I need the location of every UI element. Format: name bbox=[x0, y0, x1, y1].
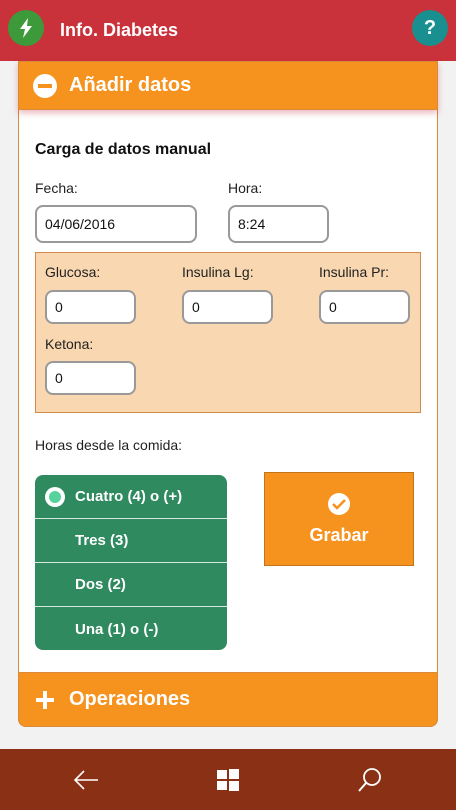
save-button[interactable]: Grabar bbox=[264, 472, 414, 566]
glucosa-label: Glucosa: bbox=[45, 264, 101, 280]
accordion-add-data-label: Añadir datos bbox=[69, 74, 192, 96]
insulina-lg-field[interactable] bbox=[182, 290, 273, 324]
plus-icon bbox=[33, 688, 57, 712]
radio-selected-icon bbox=[45, 486, 65, 507]
insulina-pr-label: Insulina Pr: bbox=[319, 264, 390, 280]
system-nav-bar bbox=[0, 749, 456, 810]
app-title: Info. Diabetes bbox=[60, 20, 179, 40]
section-title: Carga de datos manual bbox=[35, 141, 212, 158]
windows-icon[interactable] bbox=[214, 766, 242, 794]
help-button[interactable]: ? bbox=[412, 10, 448, 46]
meal-option-four[interactable]: Cuatro (4) o (+) bbox=[35, 475, 227, 519]
lightning-icon bbox=[20, 18, 32, 38]
fecha-label: Fecha: bbox=[35, 180, 78, 196]
insulina-pr-field[interactable] bbox=[319, 290, 410, 324]
fecha-field[interactable] bbox=[35, 205, 197, 243]
ketona-field[interactable] bbox=[45, 361, 136, 395]
hora-field[interactable] bbox=[228, 205, 329, 243]
meal-option-three[interactable]: Tres (3) bbox=[35, 519, 227, 563]
horas-label: Horas desde la comida: bbox=[35, 437, 183, 453]
app-header: Info. Diabetes ? bbox=[0, 0, 456, 61]
check-icon bbox=[328, 492, 350, 515]
meal-option-label: Tres (3) bbox=[75, 532, 129, 549]
accordion-operations[interactable]: Operaciones bbox=[18, 672, 438, 727]
minus-icon bbox=[33, 73, 57, 98]
meal-options-list: Cuatro (4) o (+) Tres (3) Dos (2) Una (1… bbox=[35, 475, 227, 650]
hora-label: Hora: bbox=[228, 180, 263, 196]
save-button-label: Grabar bbox=[309, 524, 369, 545]
search-icon[interactable] bbox=[356, 766, 384, 794]
meal-option-two[interactable]: Dos (2) bbox=[35, 563, 227, 607]
insulina-lg-label: Insulina Lg: bbox=[182, 264, 254, 280]
glucosa-field[interactable] bbox=[45, 290, 136, 324]
meal-option-label: Cuatro (4) o (+) bbox=[75, 488, 183, 505]
flash-button[interactable] bbox=[8, 10, 44, 46]
accordion-add-data[interactable]: Añadir datos bbox=[18, 61, 438, 110]
ketona-label: Ketona: bbox=[45, 336, 94, 352]
accordion-operations-label: Operaciones bbox=[69, 688, 191, 710]
back-icon[interactable] bbox=[72, 766, 100, 794]
meal-option-label: Una (1) o (-) bbox=[75, 620, 159, 638]
meal-option-label: Dos (2) bbox=[75, 576, 126, 593]
meal-option-one[interactable]: Una (1) o (-) bbox=[35, 607, 227, 650]
